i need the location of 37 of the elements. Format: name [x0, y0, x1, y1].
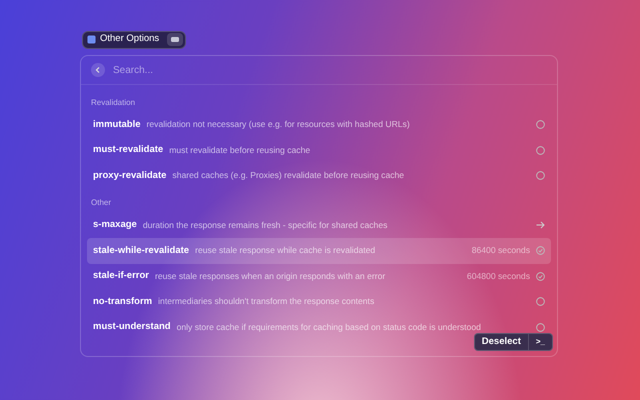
drive-icon [167, 33, 184, 46]
deselect-button[interactable]: Deselect [474, 334, 528, 350]
option-description: must revalidate before reusing cache [169, 144, 312, 157]
option-description: reuse stale response while cache is revalidated [195, 244, 376, 258]
option-row[interactable]: must-revalidate must revalidate before reusing cache [87, 138, 551, 163]
option-description: revalidation not necessary (use e.g. for resources with hashed URLs) [146, 118, 411, 132]
option-row[interactable]: s-maxage duration the response remains fresh - specific for shared caches [87, 212, 551, 238]
section-header: Other [91, 197, 112, 209]
chevron-left-icon [95, 67, 101, 73]
option-name: stale-while-revalidate [93, 244, 190, 258]
option-name: proxy-revalidate [93, 168, 166, 183]
search-field[interactable]: Search... [113, 62, 547, 78]
option-value: 86400 seconds [472, 244, 530, 258]
option-row[interactable]: no-transform intermediaries shouldn't transform the response contents [87, 289, 551, 314]
option-description: intermediaries shouldn't transform the response contents [158, 295, 376, 308]
option-description: duration the response remains fresh - specific for shared caches [142, 218, 388, 232]
option-value: 604800 seconds [466, 270, 530, 283]
option-name: must-understand [93, 320, 171, 334]
option-name: no-transform [93, 294, 152, 309]
option-row[interactable]: immutable revalidation not necessary (use e.g. for resources with hashed URLs) [87, 112, 551, 138]
option-row[interactable]: stale-while-revalidate reuse stale response while cache is revalidated 86400 seconds [87, 238, 551, 264]
option-row[interactable]: proxy-revalidate shared caches (e.g. Proxies) revalidate before reusing cache [87, 163, 551, 188]
option-name: stale-if-error [93, 269, 149, 284]
terminal-button[interactable]: >_ [528, 334, 552, 350]
context-pill[interactable]: Other Options [82, 30, 186, 48]
app-icon [87, 35, 96, 44]
option-name: s-maxage [93, 218, 137, 232]
section-header: Revalidation [91, 96, 136, 108]
option-name: immutable [93, 118, 141, 132]
option-name: must-revalidate [93, 143, 164, 158]
arrow-right-icon [536, 221, 545, 230]
option-description: shared caches (e.g. Proxies) revalidate before reusing cache [172, 169, 406, 182]
option-row[interactable]: stale-if-error reuse stale responses when an origin responds with an error 604800 seconds [87, 264, 551, 289]
back-button[interactable] [91, 63, 105, 77]
option-description: only store cache if requirements for caching based on status code is understood [176, 320, 482, 334]
option-description: reuse stale responses when an origin responds with an error [154, 270, 386, 283]
pill-label: Other Options [100, 32, 160, 46]
